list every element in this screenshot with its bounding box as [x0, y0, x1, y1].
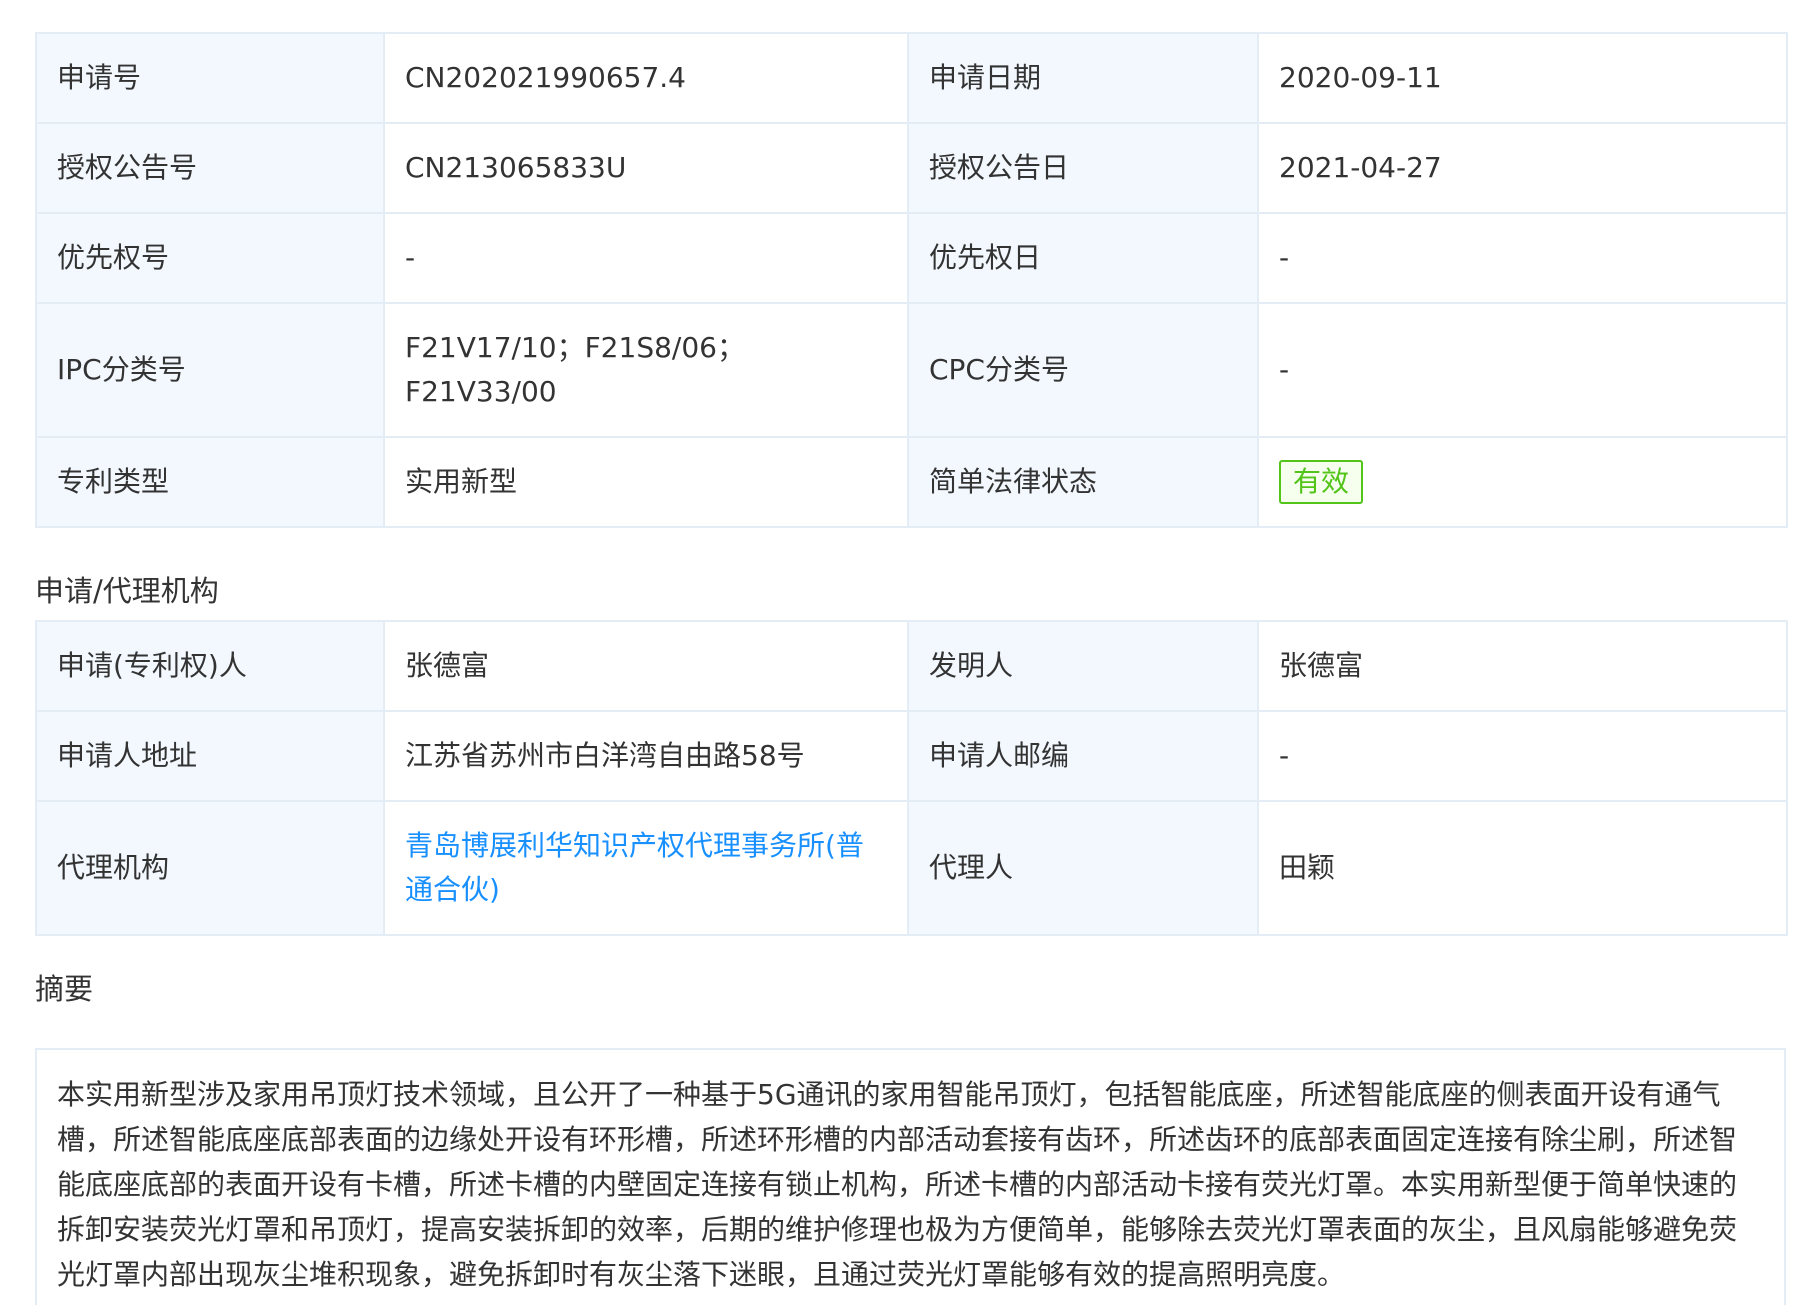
applicant-postcode-value: -: [1257, 710, 1788, 802]
grant-publication-date-value: 2021-04-27: [1257, 122, 1788, 214]
application-number-value: CN202021990657.4: [383, 32, 909, 124]
priority-date-value: -: [1257, 212, 1788, 304]
applicant-postcode-label: 申请人邮编: [907, 710, 1259, 802]
application-number-label: 申请号: [35, 32, 385, 124]
grant-publication-number-label: 授权公告号: [35, 122, 385, 214]
table-row: 专利类型 实用新型 简单法律状态 有效: [35, 436, 1788, 528]
table-row: 代理机构 青岛博展利华知识产权代理事务所(普通合伙) 代理人 田颖: [35, 800, 1788, 936]
table-row: 优先权号 - 优先权日 -: [35, 212, 1788, 304]
inventor-value: 张德富: [1257, 620, 1788, 712]
patent-type-label: 专利类型: [35, 436, 385, 528]
grant-publication-date-label: 授权公告日: [907, 122, 1259, 214]
priority-date-label: 优先权日: [907, 212, 1259, 304]
table-row: 授权公告号 CN213065833U 授权公告日 2021-04-27: [35, 122, 1788, 214]
agency-info-table: 申请(专利权)人 张德富 发明人 张德富 申请人地址 江苏省苏州市白洋湾自由路5…: [35, 620, 1788, 936]
applicant-address-value: 江苏省苏州市白洋湾自由路58号: [383, 710, 909, 802]
patent-type-value: 实用新型: [383, 436, 909, 528]
legal-status-label: 简单法律状态: [907, 436, 1259, 528]
table-row: IPC分类号 F21V17/10；F21S8/06；F21V33/00 CPC分…: [35, 302, 1788, 438]
agency-value-cell: 青岛博展利华知识产权代理事务所(普通合伙): [383, 800, 909, 936]
legal-status-cell: 有效: [1257, 436, 1788, 528]
section-title-abstract: 摘要: [35, 972, 94, 1006]
top-strip: [35, 0, 1785, 32]
priority-number-label: 优先权号: [35, 212, 385, 304]
status-badge: 有效: [1279, 460, 1364, 504]
application-date-value: 2020-09-11: [1257, 32, 1788, 124]
table-row: 申请人地址 江苏省苏州市白洋湾自由路58号 申请人邮编 -: [35, 710, 1788, 802]
agent-label: 代理人: [907, 800, 1259, 936]
inventor-label: 发明人: [907, 620, 1259, 712]
abstract-text: 本实用新型涉及家用吊顶灯技术领域，且公开了一种基于5G通讯的家用智能吊顶灯，包括…: [35, 1048, 1786, 1305]
ipc-classification-label: IPC分类号: [35, 302, 385, 438]
priority-number-value: -: [383, 212, 909, 304]
table-row: 申请(专利权)人 张德富 发明人 张德富: [35, 620, 1788, 712]
applicant-value: 张德富: [383, 620, 909, 712]
patent-detail-page: 申请号 CN202021990657.4 申请日期 2020-09-11 授权公…: [0, 0, 1805, 1305]
table-row: 申请号 CN202021990657.4 申请日期 2020-09-11: [35, 32, 1788, 124]
cpc-classification-value: -: [1257, 302, 1788, 438]
application-date-label: 申请日期: [907, 32, 1259, 124]
agency-label: 代理机构: [35, 800, 385, 936]
agent-value: 田颖: [1257, 800, 1788, 936]
agency-link[interactable]: 青岛博展利华知识产权代理事务所(普通合伙): [405, 829, 864, 906]
basic-info-table: 申请号 CN202021990657.4 申请日期 2020-09-11 授权公…: [35, 32, 1788, 528]
ipc-classification-value: F21V17/10；F21S8/06；F21V33/00: [383, 302, 909, 438]
applicant-address-label: 申请人地址: [35, 710, 385, 802]
grant-publication-number-value: CN213065833U: [383, 122, 909, 214]
cpc-classification-label: CPC分类号: [907, 302, 1259, 438]
